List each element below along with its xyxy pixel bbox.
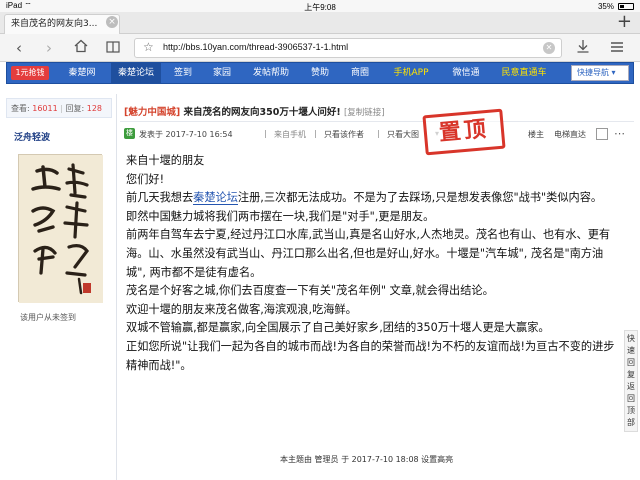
signin-status: 该用户从未签到 — [20, 313, 76, 322]
battery-icon — [618, 3, 634, 10]
back-arrow-icon[interactable]: ‹ — [8, 38, 30, 58]
reader-view-icon[interactable] — [102, 38, 124, 58]
quick-nav-label: 快捷导航 — [577, 68, 609, 77]
more-icon[interactable]: ⋯ — [614, 127, 625, 140]
clear-url-icon[interactable]: ✕ — [543, 42, 555, 54]
battery-percent: 35% — [597, 2, 614, 11]
post-line: 茂名是个好客之城,你们去百度查一下有关"茂名年例" 文章,就会得出结论。 — [126, 284, 494, 298]
author-username[interactable]: 泛舟轻波 — [14, 130, 50, 143]
avatar[interactable] — [18, 154, 103, 303]
address-url: http://bbs.10yan.com/thread-3906537-1-1.… — [163, 42, 349, 52]
replies-label: 回复: — [65, 104, 85, 113]
status-bar: iPad ⌔ 上午9:08 35% — [0, 0, 640, 12]
post-line: 前几天我想去秦楚论坛注册,三次都无法成功。不是为了去踩场,只是想发表像您"战书"… — [126, 189, 620, 208]
tab-strip: 来自茂名的网友向3... × + — [0, 12, 640, 34]
post-category[interactable]: [魅力中国城] — [124, 107, 180, 118]
elevator-input[interactable] — [596, 128, 608, 140]
post-line-part: 注册,三次都无法成功。不是为了去踩场,只是想发表像您"战书"类似内容。 — [237, 191, 603, 205]
post-line: 欢迎十堰的朋友来茂名做客,海滨观浪,吃海鲜。 — [126, 302, 357, 316]
nav-item-8[interactable]: 商圈 — [343, 63, 377, 83]
home-icon[interactable] — [70, 38, 92, 58]
tab-title: 来自茂名的网友向3... — [11, 19, 98, 29]
post-body: 来自十堰的朋友 您们好! 前几天我想去秦楚论坛注册,三次都无法成功。不是为了去踩… — [126, 152, 620, 375]
post-line: 即然中国魅力城将我们两市摆在一块,我们是"对手",更是朋友。 — [126, 209, 435, 223]
nav-item-3[interactable]: 秦楚论坛 — [111, 63, 161, 83]
thread-stats: 查看: 16011 | 回复: 128 — [6, 98, 112, 118]
nav-item-9[interactable]: 手机APP — [383, 63, 439, 83]
quick-nav-dropdown[interactable]: 快捷导航 ▾ — [571, 65, 629, 81]
column-divider — [116, 94, 117, 480]
views-label: 查看: — [11, 104, 30, 113]
nav-item-4[interactable]: 签到 — [167, 63, 199, 83]
post-line: 双城不管输赢,都是赢家,向全国展示了自己美好家乡,团结的350万十堰人更是大赢家… — [126, 321, 550, 335]
forum-link[interactable]: 秦楚论坛 — [193, 191, 238, 206]
bookmark-star-icon[interactable]: ☆ — [143, 40, 154, 54]
post-title: [魅力中国城] 来自茂名的网友向350万十堰人问好! [复制链接] — [124, 104, 385, 118]
post-line: 来自十堰的朋友 — [126, 154, 205, 167]
post-line: 您们好! — [126, 172, 165, 186]
post-line: 正如您所说"让我们一起为各自的城市而战!为各自的荣誉而战!为不朽的友谊而战!为亘… — [126, 339, 615, 372]
browser-toolbar: ‹ › ☆ http://bbs.10yan.com/thread-390653… — [0, 34, 640, 62]
pinned-stamp: 置顶 — [422, 108, 506, 156]
browser-tab[interactable]: 来自茂名的网友向3... — [4, 14, 120, 34]
post-date: 发表于 2017-7-10 16:54 — [139, 130, 233, 139]
copy-link[interactable]: [复制链接] — [344, 108, 385, 118]
post-meta: 楼 发表于 2017-7-10 16:54 | 来自手机 | 只看该作者 | 只… — [124, 127, 625, 140]
menu-icon[interactable] — [606, 38, 628, 58]
new-tab-button[interactable]: + — [617, 12, 632, 32]
quick-reply-button[interactable]: 快速回复返回顶部 — [624, 330, 638, 432]
nav-item-2[interactable]: 秦楚网 — [61, 63, 103, 83]
only-large-images-link[interactable]: 只看大图 — [387, 129, 419, 140]
edit-note: 本主题由 管理员 于 2017-7-10 18:08 设置高亮 — [280, 455, 454, 464]
replies-count: 128 — [86, 104, 103, 113]
nav-item-5[interactable]: 家园 — [205, 63, 239, 83]
calligraphy-avatar-image — [19, 155, 103, 303]
floor-label: 楼主 — [528, 130, 544, 139]
nav-item-10[interactable]: 微信通 — [445, 63, 487, 83]
nav-item-7[interactable]: 赞助 — [303, 63, 337, 83]
nav-item-6[interactable]: 发帖帮助 — [245, 63, 297, 83]
views-count: 16011 — [32, 104, 58, 113]
forward-arrow-icon[interactable]: › — [38, 38, 60, 58]
tab-close-icon[interactable]: × — [106, 16, 118, 28]
post-line-part: 前几天我想去 — [126, 191, 194, 205]
only-author-link[interactable]: 只看该作者 — [324, 129, 364, 140]
from-mobile[interactable]: 来自手机 — [274, 129, 306, 140]
elevator-label[interactable]: 电梯直达 — [554, 129, 586, 140]
post-line: 前两年自驾车去宁夏,经过丹江口水库,武当山,真是名山好水,人杰地灵。茂名也有山、… — [126, 228, 611, 279]
nav-item-11[interactable]: 民意直通车 — [493, 63, 555, 83]
forum-nav: 1元抢钱 秦楚网 秦楚论坛 签到 家园 发帖帮助 赞助 商圈 手机APP 微信通… — [6, 62, 634, 84]
post-title-text: 来自茂名的网友向350万十堰人问好! — [183, 107, 341, 118]
download-icon[interactable] — [572, 38, 594, 58]
address-bar[interactable]: ☆ http://bbs.10yan.com/thread-3906537-1-… — [134, 38, 562, 58]
nav-item-1[interactable]: 1元抢钱 — [11, 66, 49, 80]
op-badge-icon: 楼 — [124, 128, 135, 139]
